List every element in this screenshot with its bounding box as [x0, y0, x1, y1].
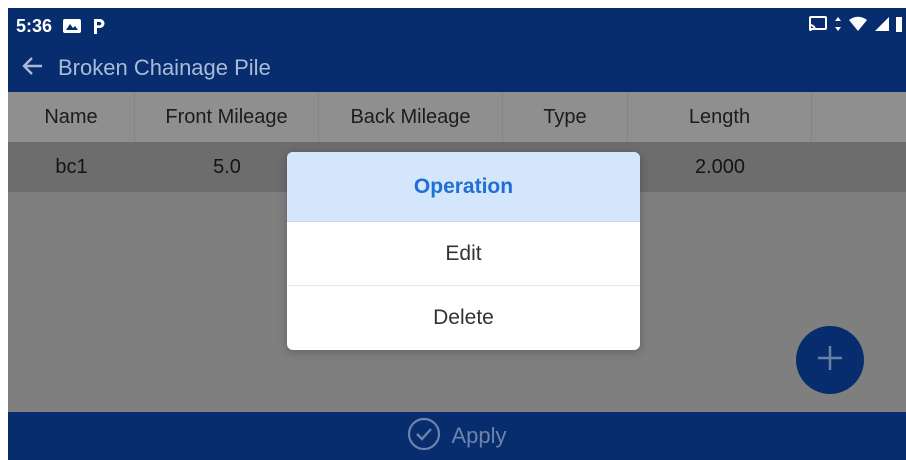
table-cell: bc1	[55, 155, 88, 178]
delete-button[interactable]: Delete	[287, 286, 640, 350]
table-cell: 2.000	[694, 155, 746, 178]
dialog-title: Operation	[287, 152, 640, 222]
apply-label: Apply	[451, 423, 507, 448]
add-button[interactable]	[796, 326, 864, 394]
column-header-front-mileage: Front Mileage	[135, 92, 319, 142]
photos-icon	[62, 16, 82, 36]
parking-icon	[92, 16, 106, 36]
cast-icon	[808, 16, 828, 37]
check-circle-icon	[407, 417, 441, 456]
status-icons	[808, 16, 902, 37]
plus-icon	[814, 342, 846, 379]
operation-dialog: Operation Edit Delete	[287, 152, 640, 350]
table-header: Name Front Mileage Back Mileage Type Len…	[8, 92, 906, 142]
column-header-name: Name	[8, 92, 135, 142]
column-header-blank	[812, 92, 906, 142]
edit-button[interactable]: Edit	[287, 222, 640, 286]
back-button[interactable]	[8, 44, 58, 92]
back-arrow-icon	[22, 56, 44, 81]
table-cell	[812, 142, 906, 192]
column-header-type: Type	[503, 92, 628, 142]
column-header-length: Length	[628, 92, 812, 142]
app-screen: 5:36 Broken Chainage Pile Name Front Mil…	[8, 8, 906, 460]
data-arrows-icon	[834, 16, 842, 37]
apply-button[interactable]: Apply	[8, 412, 906, 460]
status-time: 5:36	[16, 15, 53, 36]
wifi-icon	[848, 16, 868, 37]
column-header-back-mileage: Back Mileage	[319, 92, 503, 142]
app-bar: Broken Chainage Pile	[8, 44, 906, 92]
status-bar: 5:36	[8, 8, 906, 44]
page-title: Broken Chainage Pile	[58, 55, 271, 80]
battery-icon	[896, 16, 902, 37]
signal-icon	[874, 16, 890, 37]
